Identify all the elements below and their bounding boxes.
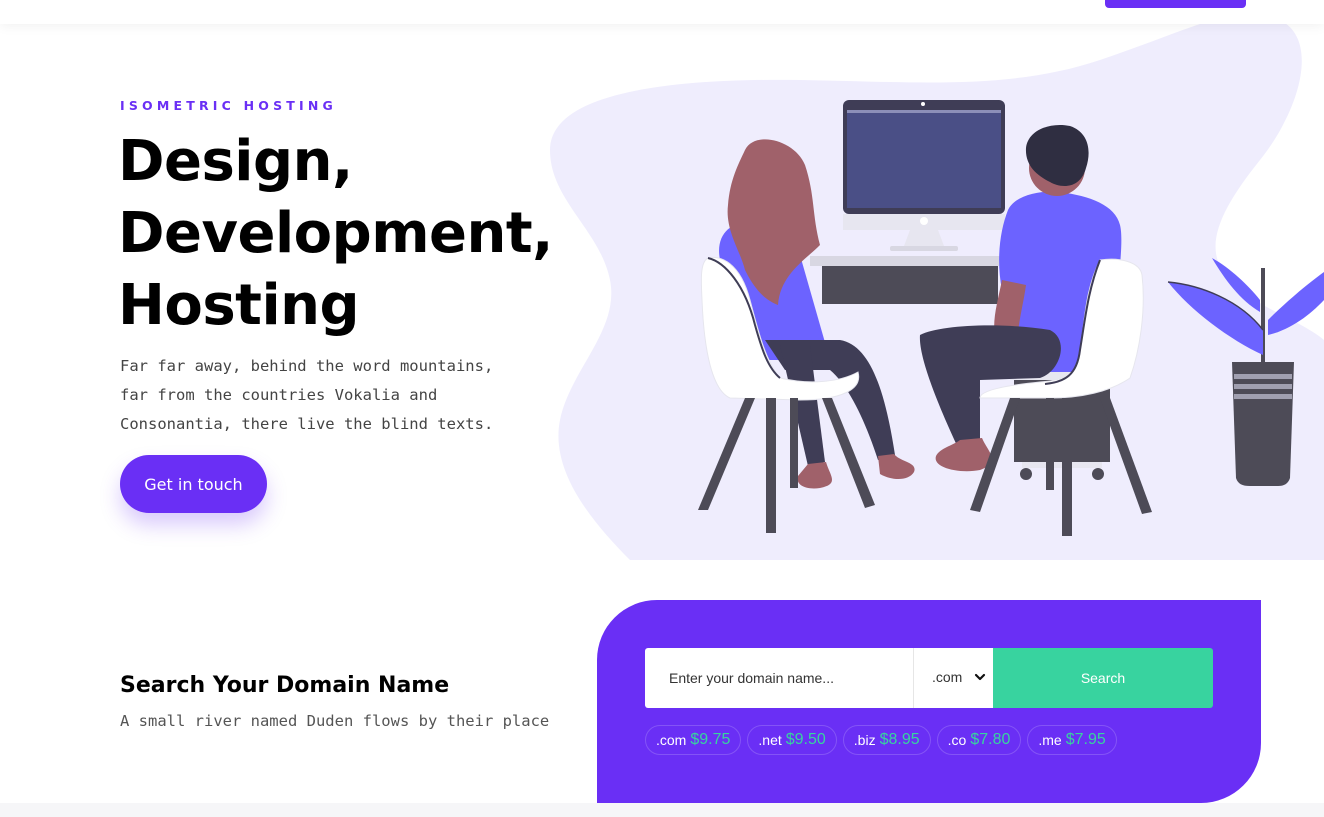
tld-selected-value: .com: [932, 669, 963, 685]
tld-extension: .com: [656, 732, 687, 748]
tld-extension: .biz: [853, 732, 876, 748]
tld-price: $8.95: [879, 731, 920, 748]
tld-extension: .co: [947, 732, 967, 748]
tld-price-item[interactable]: .net $9.50: [747, 725, 837, 755]
tld-extension: .net: [758, 732, 782, 748]
tld-extension: .me: [1038, 732, 1062, 748]
chevron-down-icon: [974, 673, 986, 681]
headline-line-1: Design,: [118, 129, 353, 194]
top-nav-bar: [0, 0, 1324, 24]
tld-price-item[interactable]: .com $9.75: [645, 725, 742, 755]
domain-search-input[interactable]: [645, 648, 913, 708]
tld-price-item[interactable]: .biz $8.95: [842, 725, 931, 755]
tld-price-list: .com $9.75 .net $9.50 .biz $8.95 .co $7.…: [645, 725, 1117, 755]
get-in-touch-button[interactable]: Get in touch: [120, 455, 267, 513]
hero-eyebrow: ISOMETRIC HOSTING: [120, 98, 337, 113]
headline-line-2: Development,: [118, 201, 553, 266]
monitor-icon: [843, 100, 1005, 251]
tld-price-item[interactable]: .co $7.80: [936, 725, 1022, 755]
tld-price: $7.80: [970, 731, 1011, 748]
desk: [810, 256, 1010, 304]
domain-search-button[interactable]: Search: [993, 648, 1213, 708]
tld-select[interactable]: .com: [913, 648, 993, 708]
domain-section-subtitle: A small river named Duden flows by their…: [120, 712, 550, 730]
hero-lead-text: Far far away, behind the word mountains,…: [120, 357, 494, 433]
next-section-edge: [0, 803, 1324, 817]
domain-search-panel: .com Search .com $9.75 .net $9.50 .biz $…: [597, 600, 1261, 803]
hero-headline: Design, Development, Hosting: [118, 126, 553, 342]
tld-price: $7.95: [1065, 731, 1106, 748]
tld-price-item[interactable]: .me $7.95: [1027, 725, 1117, 755]
hero-illustration: [550, 13, 1324, 560]
nav-cta-button[interactable]: [1105, 0, 1246, 8]
domain-section-title: Search Your Domain Name: [120, 673, 450, 698]
tld-price: $9.75: [690, 731, 731, 748]
tld-price: $9.50: [785, 731, 826, 748]
headline-line-3: Hosting: [118, 273, 360, 338]
